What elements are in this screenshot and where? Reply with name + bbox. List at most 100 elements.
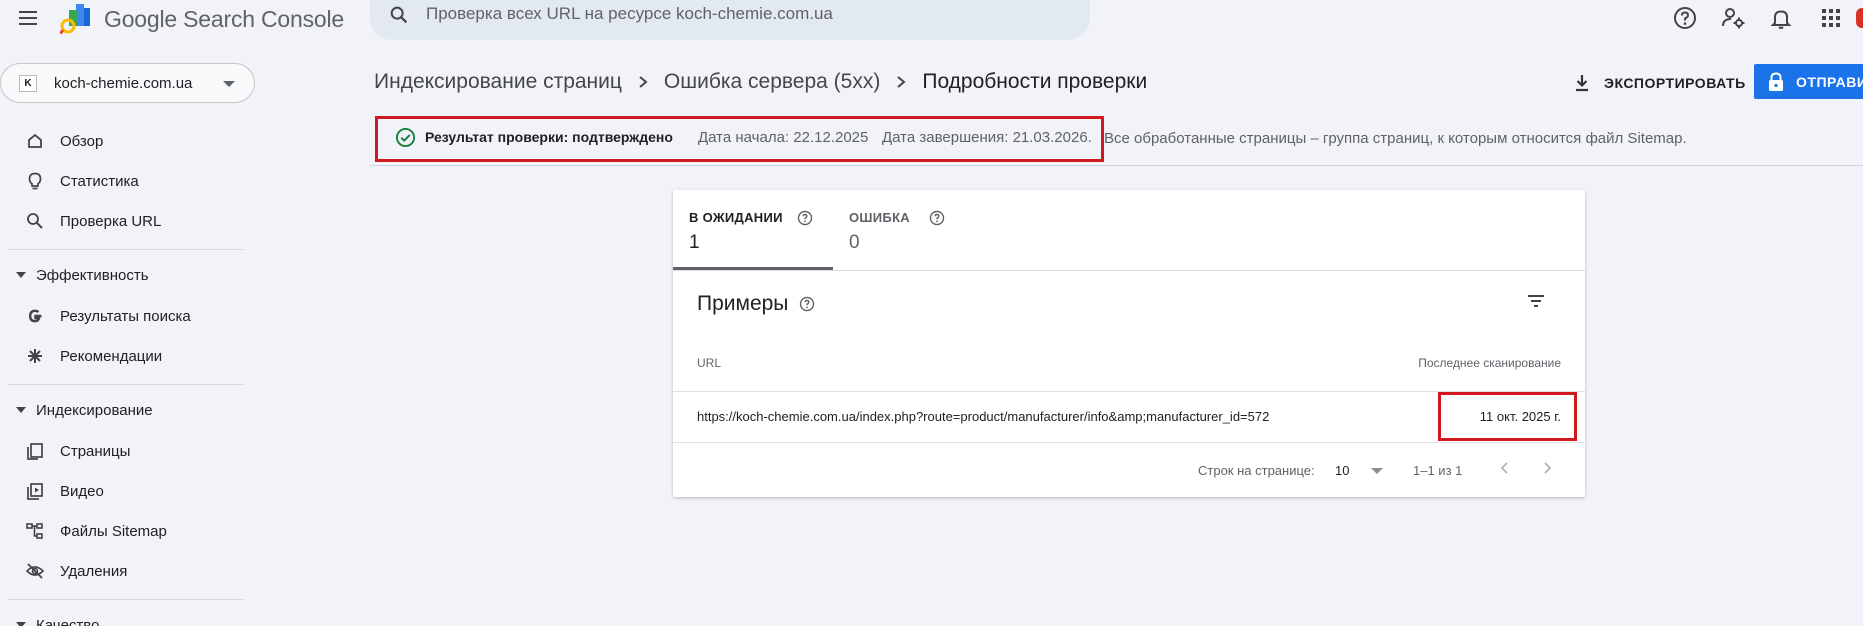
- collapse-caret-icon: [16, 272, 26, 278]
- validation-end-date: Дата завершения: 21.03.2026.: [882, 129, 1092, 146]
- breadcrumb: Индексирование страниц Ошибка сервера (5…: [374, 70, 1147, 94]
- rows-per-page-label: Строк на странице:: [1198, 463, 1315, 478]
- sidebar-item-videos[interactable]: Видео: [0, 473, 250, 509]
- help-icon[interactable]: [799, 296, 815, 312]
- sidebar-item-label: Удаления: [60, 563, 128, 580]
- home-icon: [25, 131, 45, 151]
- sidebar-item-overview[interactable]: Обзор: [0, 123, 250, 159]
- submit-label: ОТПРАВИТЬ: [1796, 74, 1863, 90]
- user-settings-icon[interactable]: [1720, 5, 1746, 31]
- pagination-range: 1–1 из 1: [1413, 463, 1463, 478]
- chevron-right-icon: [1544, 462, 1552, 474]
- previous-page-button[interactable]: [1493, 456, 1517, 480]
- tab-label: ОШИБКА: [849, 210, 910, 225]
- chevron-left-icon: [1500, 462, 1508, 474]
- tab-count: 0: [849, 232, 860, 253]
- google-g-icon: [25, 306, 45, 326]
- lightbulb-icon: [25, 171, 45, 191]
- search-console-logo-icon[interactable]: [60, 4, 94, 34]
- chevron-right-icon: [639, 76, 648, 88]
- sidebar-item-sitemaps[interactable]: Файлы Sitemap: [0, 513, 250, 549]
- sidebar-divider: [8, 599, 244, 600]
- tabs-divider: [673, 270, 1585, 271]
- search-bar[interactable]: [370, 0, 1090, 40]
- account-avatar[interactable]: [1856, 8, 1863, 28]
- examples-title: Примеры: [697, 292, 789, 315]
- examples-card: В ОЖИДАНИИ 1 ОШИБКА 0 Примеры URL Послед…: [673, 190, 1585, 497]
- search-input[interactable]: [426, 2, 1066, 26]
- sitemap-icon: [25, 521, 45, 541]
- search-icon: [25, 211, 45, 231]
- check-circle-icon: [395, 127, 416, 148]
- page-title: Подробности проверки: [922, 70, 1148, 93]
- property-name: koch-chemie.com.ua: [54, 75, 193, 92]
- tab-error[interactable]: ОШИБКА 0: [833, 190, 983, 270]
- export-label: ЭКСПОРТИРОВАТЬ: [1604, 75, 1746, 91]
- help-icon[interactable]: [797, 210, 813, 226]
- table-row[interactable]: https://koch-chemie.com.ua/index.php?rou…: [673, 392, 1585, 442]
- validation-status-bar: Результат проверки: подтверждено Дата на…: [370, 115, 1863, 166]
- filter-icon[interactable]: [1525, 290, 1547, 312]
- sidebar-item-label: Обзор: [60, 133, 104, 150]
- sidebar-item-url-inspection[interactable]: Проверка URL: [0, 203, 250, 239]
- sidebar-section-label: Индексирование: [36, 402, 153, 419]
- sidebar-section-indexing[interactable]: Индексирование: [0, 395, 250, 425]
- pages-icon: [25, 441, 45, 461]
- sidebar-item-label: Проверка URL: [60, 213, 162, 230]
- column-header-last-crawled[interactable]: Последнее сканирование: [1418, 356, 1561, 370]
- tab-count: 1: [689, 232, 700, 253]
- next-page-button[interactable]: [1535, 456, 1559, 480]
- breadcrumb-item-server-error[interactable]: Ошибка сервера (5xx): [664, 70, 880, 94]
- search-icon[interactable]: [388, 4, 410, 26]
- notifications-bell-icon[interactable]: [1768, 5, 1794, 31]
- sidebar-section-quality[interactable]: Качество: [0, 610, 250, 626]
- visibility-off-icon: [25, 561, 45, 581]
- sidebar-item-insights[interactable]: Статистика: [0, 163, 250, 199]
- validation-result: Результат проверки: подтверждено: [425, 129, 673, 145]
- sidebar-item-label: Файлы Sitemap: [60, 523, 167, 540]
- product-name: Google Search Console: [104, 6, 345, 32]
- row-url[interactable]: https://koch-chemie.com.ua/index.php?rou…: [697, 409, 1269, 424]
- sidebar-item-label: Страницы: [60, 443, 131, 460]
- rows-per-page-select[interactable]: 10: [1335, 458, 1385, 482]
- property-selector[interactable]: K koch-chemie.com.ua: [0, 63, 255, 103]
- top-app-bar: Google Search Console: [0, 0, 1863, 40]
- sidebar-item-label: Статистика: [60, 173, 139, 190]
- breadcrumb-item-page-indexing[interactable]: Индексирование страниц: [374, 70, 622, 94]
- sidebar-section-label: Эффективность: [36, 267, 149, 284]
- help-icon[interactable]: [1672, 5, 1698, 31]
- export-button[interactable]: ЭКСПОРТИРОВАТЬ: [1572, 67, 1746, 99]
- chevron-down-icon: [223, 81, 235, 87]
- column-header-url[interactable]: URL: [697, 356, 721, 370]
- sidebar-section-performance[interactable]: Эффективность: [0, 260, 250, 290]
- download-icon: [1576, 75, 1588, 92]
- sidebar-item-recommendations[interactable]: Рекомендации: [0, 338, 250, 374]
- rows-per-page-value: 10: [1335, 463, 1350, 478]
- chevron-right-icon: [897, 76, 906, 88]
- sidebar-divider: [8, 249, 244, 250]
- sidebar-item-label: Рекомендации: [60, 348, 163, 365]
- sidebar-section-label: Качество: [36, 617, 100, 626]
- row-last-crawled: 11 окт. 2025 г.: [1479, 409, 1561, 424]
- pagination: Строк на странице: 10 1–1 из 1: [673, 442, 1585, 497]
- lock-icon: [1769, 72, 1783, 91]
- collapse-caret-icon: [16, 622, 26, 626]
- sidebar-item-pages[interactable]: Страницы: [0, 433, 250, 469]
- tab-pending[interactable]: В ОЖИДАНИИ 1: [673, 190, 833, 270]
- asterisk-icon: [25, 346, 45, 366]
- submit-button[interactable]: ОТПРАВИТЬ: [1754, 64, 1863, 99]
- sidebar-item-removals[interactable]: Удаления: [0, 553, 250, 589]
- chevron-down-icon: [1371, 468, 1383, 474]
- tab-label: В ОЖИДАНИИ: [689, 210, 783, 225]
- validation-description: Все обработанные страницы – группа стран…: [1104, 130, 1687, 147]
- menu-icon[interactable]: [16, 6, 40, 30]
- sidebar-item-search-results[interactable]: Результаты поиска: [0, 298, 250, 334]
- sidebar-item-label: Видео: [60, 483, 104, 500]
- sidebar-item-label: Результаты поиска: [60, 308, 191, 325]
- apps-grid-icon[interactable]: [1818, 5, 1844, 31]
- property-favicon: K: [19, 75, 37, 92]
- validation-start-date: Дата начала: 22.12.2025: [698, 129, 869, 146]
- help-icon[interactable]: [929, 210, 945, 226]
- video-icon: [25, 481, 45, 501]
- collapse-caret-icon: [16, 407, 26, 413]
